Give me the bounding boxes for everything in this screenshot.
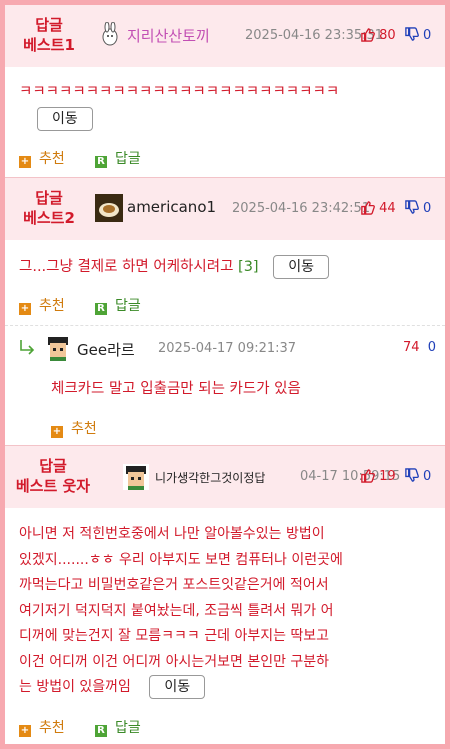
- comment-header: 답글 베스트2 americano1 2025-04-16 23:42:51 4…: [5, 178, 445, 240]
- move-button[interactable]: 이동: [273, 255, 329, 279]
- timestamp: 2025-04-16 23:42:51: [232, 201, 371, 216]
- downvote-count: 0: [422, 201, 432, 216]
- comment-text-row: 그...그냥 결제로 하면 어케하시려고 [3] 이동: [19, 255, 329, 279]
- upvote-count: 19: [379, 469, 396, 484]
- avatar[interactable]: [95, 194, 123, 222]
- comment-header: 답글 베스트1 지리산산토끼 2025-04-16 23:35:31 80 0: [5, 5, 445, 67]
- recommend-button[interactable]: + 추천: [19, 148, 65, 168]
- reply-arrow-icon: [20, 340, 35, 355]
- thumbs-up-icon[interactable]: [360, 27, 375, 42]
- move-button-wrap: 이동: [37, 107, 93, 131]
- downvote-count: 0: [422, 28, 432, 43]
- vote-counts: 19 0: [360, 468, 431, 484]
- move-button[interactable]: 이동: [149, 675, 206, 699]
- recommend-button[interactable]: + 추천: [19, 295, 65, 315]
- reply-button[interactable]: R 답글: [95, 717, 141, 737]
- thumbs-down-icon[interactable]: [404, 27, 419, 42]
- avatar[interactable]: [123, 464, 149, 490]
- reply-icon: R: [95, 156, 107, 168]
- timestamp: 2025-04-17 09:21:37: [158, 341, 297, 356]
- recommend-button[interactable]: + 추천: [51, 418, 97, 438]
- avatar[interactable]: [97, 22, 123, 48]
- thumbs-up-icon[interactable]: [360, 468, 375, 483]
- plus-icon: +: [19, 156, 31, 168]
- comment-text: 아니면 저 적힌번호중에서 나만 알아볼수있는 방법이 있겠지.......ㅎㅎ…: [19, 522, 439, 701]
- vote-counts: 44 0: [360, 200, 431, 216]
- downvote-count: 0: [422, 469, 432, 484]
- comment-header: 답글 베스트 웃자 니가생각한그것이정답 04-17 10:59:15 19 0: [5, 446, 445, 508]
- best-badge: 답글 베스트 웃자: [15, 457, 91, 495]
- thumbs-down-icon[interactable]: [404, 468, 419, 483]
- reply-icon: R: [95, 303, 107, 315]
- nickname[interactable]: Gee라르: [77, 339, 135, 360]
- vote-counts: 80 0: [360, 27, 431, 43]
- upvote-count: 44: [379, 201, 396, 216]
- comment-text: 체크카드 말고 입출금만 되는 카드가 있음: [51, 381, 301, 397]
- downvote-count: 0: [427, 340, 436, 355]
- vote-counts: 74 0: [403, 340, 436, 355]
- recommend-button[interactable]: + 추천: [19, 717, 65, 737]
- plus-icon: +: [19, 303, 31, 315]
- divider: [5, 325, 445, 326]
- upvote-count: 74: [403, 340, 420, 355]
- upvote-count: 80: [379, 28, 396, 43]
- thumbs-up-icon[interactable]: [360, 200, 375, 215]
- comment-text: 그...그냥 결제로 하면 어케하시려고: [19, 259, 234, 275]
- comment-text: ㅋㅋㅋㅋㅋㅋㅋㅋㅋㅋㅋㅋㅋㅋㅋㅋㅋㅋㅋㅋㅋㅋㅋㅋ: [19, 84, 340, 100]
- nickname[interactable]: americano1: [127, 198, 216, 216]
- reply-count[interactable]: [3]: [238, 259, 259, 275]
- avatar[interactable]: [45, 335, 71, 361]
- best-badge: 답글 베스트2: [23, 189, 75, 227]
- reply-button[interactable]: R 답글: [95, 148, 141, 168]
- best-badge: 답글 베스트1: [23, 16, 75, 54]
- nickname[interactable]: 니가생각한그것이정답: [155, 469, 265, 486]
- comment-list: 답글 베스트1 지리산산토끼 2025-04-16 23:35:31 80 0 …: [5, 5, 445, 744]
- plus-icon: +: [51, 426, 63, 438]
- plus-icon: +: [19, 725, 31, 737]
- nickname[interactable]: 지리산산토끼: [127, 25, 210, 46]
- reply-button[interactable]: R 답글: [95, 295, 141, 315]
- thumbs-down-icon[interactable]: [404, 200, 419, 215]
- move-button[interactable]: 이동: [37, 107, 93, 131]
- reply-icon: R: [95, 725, 107, 737]
